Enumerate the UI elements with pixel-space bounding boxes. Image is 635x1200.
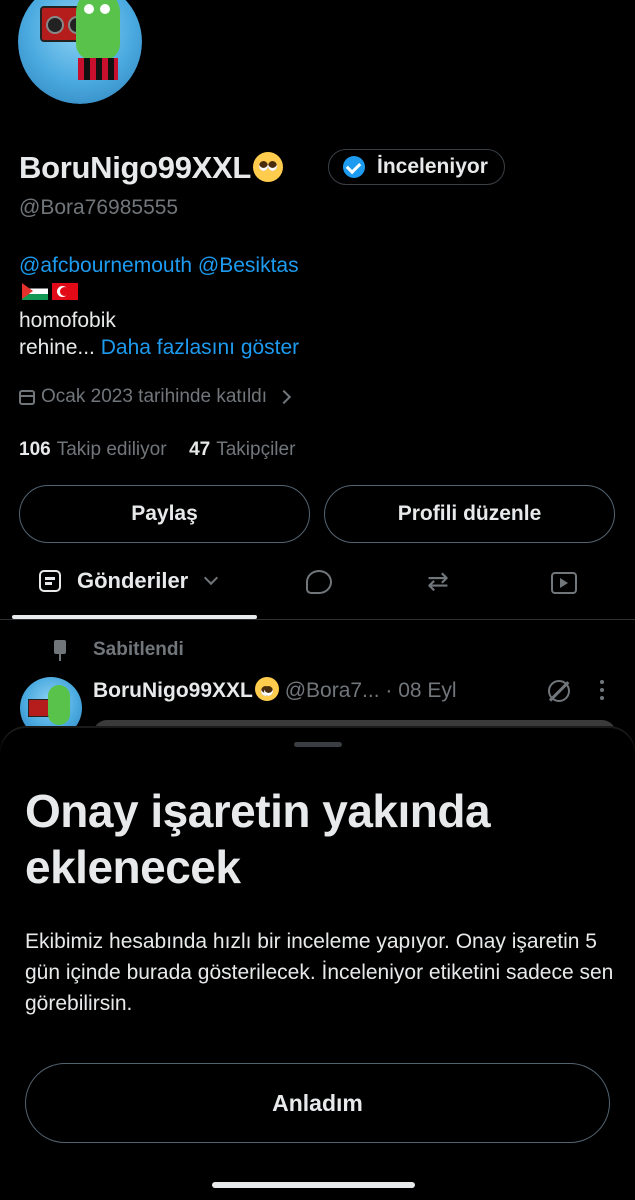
sheet-body: Ekibimiz hesabında hızlı bir inceleme ya…	[25, 930, 614, 1015]
turkey-flag-icon	[52, 283, 78, 300]
grok-icon[interactable]	[548, 680, 570, 702]
follow-stats: 106 Takip ediliyor 47 Takipçiler	[19, 439, 295, 461]
tab-replies-icon[interactable]	[306, 570, 332, 594]
post-date: · 08 Eyl	[385, 679, 457, 702]
joined-date: Ocak 2023 tarihinde katıldı	[41, 386, 268, 407]
calendar-icon	[19, 389, 35, 405]
sheet-grabber[interactable]	[294, 742, 342, 747]
profile-name: BoruNigo99XXL	[19, 150, 284, 186]
verified-checkmark-icon	[343, 156, 365, 178]
pin-icon	[54, 640, 66, 661]
tab-posts[interactable]: Gönderiler	[39, 568, 219, 594]
palestine-flag-icon	[22, 283, 48, 300]
tabs-divider	[0, 619, 635, 620]
bio-flags	[22, 283, 78, 300]
show-more-link[interactable]: Daha fazlasını göster	[101, 336, 299, 359]
chevron-down-icon	[204, 570, 219, 586]
home-indicator[interactable]	[212, 1182, 415, 1188]
pleading-face-emoji-icon	[253, 152, 284, 182]
tab-media-icon[interactable]	[551, 572, 577, 594]
joined-date-row[interactable]: Ocak 2023 tarihinde katıldı	[19, 386, 292, 408]
pleading-face-emoji-icon	[254, 677, 279, 701]
followers-link[interactable]: 47 Takipçiler	[189, 439, 295, 460]
posts-icon	[39, 570, 61, 592]
verification-status-badge[interactable]: İnceleniyor	[328, 149, 505, 185]
edit-profile-button[interactable]: Profili düzenle	[324, 485, 615, 543]
profile-handle: @Bora76985555	[19, 196, 179, 219]
pinned-label: Sabitlendi	[93, 639, 184, 660]
chevron-right-icon	[276, 389, 292, 405]
badge-label: İnceleniyor	[377, 155, 488, 178]
tab-reposts-icon[interactable]: ⇄	[427, 566, 453, 596]
post-author-handle: @Bora7...	[284, 679, 380, 702]
profile-avatar[interactable]	[18, 0, 142, 104]
bio-mentions-link[interactable]: @afcbournemouth @Besiktas	[19, 254, 299, 278]
following-link[interactable]: 106 Takip ediliyor	[19, 439, 167, 460]
post-header: BoruNigo99XXL @Bora7... · 08 Eyl	[93, 677, 457, 703]
post-author-name[interactable]: BoruNigo99XXL	[93, 679, 253, 702]
bio-line: homofobik	[19, 309, 116, 332]
share-button[interactable]: Paylaş	[19, 485, 310, 543]
confirm-button[interactable]: Anladım	[25, 1063, 610, 1143]
more-options-icon[interactable]	[600, 680, 604, 704]
sheet-title: Onay işaretin yakında eklenecek	[25, 785, 491, 893]
bio-line-truncated: rehine... Daha fazlasını göster	[19, 336, 300, 359]
tab-posts-label: Gönderiler	[77, 568, 189, 593]
